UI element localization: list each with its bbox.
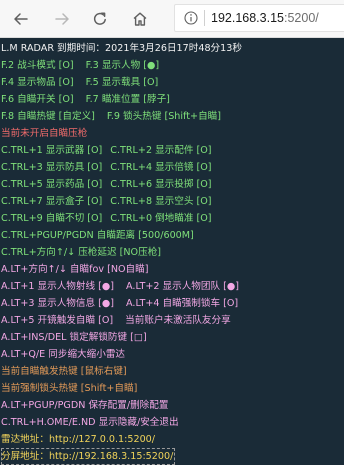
refresh-button[interactable] xyxy=(88,7,112,31)
hotkey-ctrl-pgup: C.TRL+PGUP/PGDN 自瞄距离 [500/600M] xyxy=(1,230,194,241)
back-button[interactable] xyxy=(9,7,33,31)
url-text[interactable]: 192.168.3.15:5200/ xyxy=(211,10,319,26)
hotkey-alt-arrow: A.LT+方向↑/↓ 自瞄fov [NO自瞄] xyxy=(1,264,149,275)
menu-row: A.LT+5 开镜触发自瞄 [O] 当前账户未激活队友分享 xyxy=(0,312,344,329)
hotkey-alt-1: A.LT+1 显示人物射线 [●] xyxy=(1,281,114,292)
hotkey-ctrl-9: C.TRL+9 自瞄不切 [O] xyxy=(1,213,103,224)
hotkey-f7: F.7 瞄准位置 [脖子] xyxy=(85,94,170,105)
menu-row: F.4 显示物品 [O] F.5 显示载具 [O] xyxy=(0,74,344,91)
hotkey-ctrl-8: C.TRL+8 显示空头 [O] xyxy=(110,196,212,207)
menu-row: C.TRL+7 显示盒子 [O] C.TRL+8 显示空头 [O] xyxy=(0,193,344,210)
hotkey-ctrl-home: C.TRL+H.OME/E.ND 显示隐藏/安全退出 xyxy=(1,417,179,428)
menu-row: F.2 战斗模式 [O] F.3 显示人物 [●] xyxy=(0,57,344,74)
address-divider xyxy=(204,10,205,26)
menu-row: A.LT+1 显示人物射线 [●] A.LT+2 显示人物团队 [●] xyxy=(0,278,344,295)
menu-row: C.TRL+5 显示药品 [O] C.TRL+6 显示投掷 [O] xyxy=(0,176,344,193)
hotkey-f5: F.5 显示载具 [O] xyxy=(85,77,159,88)
expiry-title: L.M RADAR 到期时间：2021年3月26日17时48分13秒 xyxy=(1,43,242,54)
aim-trigger-key: 当前自瞄触发热键 [鼠标右键] xyxy=(1,366,127,377)
hotkey-alt-2: A.LT+2 显示人物团队 [●] xyxy=(126,281,239,292)
hotkey-ctrl-5: C.TRL+5 显示药品 [O] xyxy=(1,179,103,190)
aim-status: 当前未开启自瞄压枪 xyxy=(1,128,88,139)
hotkey-f9: F.9 锁头热键 [Shift+自瞄] xyxy=(106,111,221,122)
menu-row: C.TRL+3 显示防具 [O] C.TRL+4 显示倍镜 [O] xyxy=(0,159,344,176)
radar-menu: L.M RADAR 到期时间：2021年3月26日17时48分13秒 F.2 战… xyxy=(0,40,344,465)
team-share-status: 当前账户未激活队友分享 xyxy=(125,315,231,326)
force-lock-key: 当前强制锁头热键 [Shift+自瞄] xyxy=(1,383,138,394)
url-path: :5200/ xyxy=(284,11,319,25)
hotkey-ctrl-3: C.TRL+3 显示防具 [O] xyxy=(1,162,103,173)
info-circle-icon[interactable] xyxy=(184,11,198,25)
menu-row: F.8 自瞄热键 [自定义] F.9 锁头热键 [Shift+自瞄] xyxy=(0,108,344,125)
hotkey-ctrl-2: C.TRL+2 显示配件 [O] xyxy=(110,145,212,156)
forward-button[interactable] xyxy=(50,7,74,31)
hotkey-alt-4: A.LT+4 自瞄强制锁车 [O] xyxy=(126,298,239,309)
arrow-left-icon xyxy=(14,13,28,25)
browser-toolbar: 192.168.3.15:5200/ xyxy=(0,0,344,38)
hotkey-alt-pgup: A.LT+PGUP/PGDN 保存配置/删除配置 xyxy=(1,400,169,411)
home-icon xyxy=(133,12,147,26)
url-host: 192.168.3.15 xyxy=(211,11,284,25)
hotkey-ctrl-arrow: C.TRL+方向↑/↓ 压枪延迟 [NO压枪] xyxy=(1,247,162,258)
hotkey-alt-3: A.LT+3 显示人物信息 [●] xyxy=(1,298,114,309)
hotkey-ctrl-0: C.TRL+0 倒地瞄准 [O] xyxy=(110,213,212,224)
menu-row: C.TRL+9 自瞄不切 [O] C.TRL+0 倒地瞄准 [O] xyxy=(0,210,344,227)
hotkey-f2: F.2 战斗模式 [O] xyxy=(1,60,74,71)
hotkey-ctrl-7: C.TRL+7 显示盒子 [O] xyxy=(1,196,103,207)
hotkey-f8: F.8 自瞄热键 [自定义] xyxy=(1,111,95,122)
hotkey-ctrl-1: C.TRL+1 显示武器 [O] xyxy=(1,145,103,156)
hotkey-alt-ins: A.LT+INS/DEL 锁定解锁防键 [□] xyxy=(1,332,147,343)
menu-row: A.LT+3 显示人物信息 [●] A.LT+4 自瞄强制锁车 [O] xyxy=(0,295,344,312)
hotkey-alt-5: A.LT+5 开镜触发自瞄 [O] xyxy=(1,315,114,326)
hotkey-f6: F.6 自瞄开关 [O] xyxy=(1,94,74,105)
home-button[interactable] xyxy=(128,7,152,31)
hotkey-alt-q: A.LT+Q/E 同步缩大缩小雷达 xyxy=(1,349,126,360)
hotkey-f3: F.3 显示人物 [●] xyxy=(85,60,160,71)
hotkey-f4: F.4 显示物品 [O] xyxy=(1,77,74,88)
refresh-icon xyxy=(93,12,106,25)
share-address: 分屏地址：http://192.168.3.15:5200/ xyxy=(0,448,344,465)
address-bar[interactable]: 192.168.3.15:5200/ xyxy=(174,4,344,32)
radar-address: 雷达地址：http://127.0.0.1:5200/ xyxy=(1,434,156,445)
menu-row: C.TRL+1 显示武器 [O] C.TRL+2 显示配件 [O] xyxy=(0,142,344,159)
hotkey-ctrl-4: C.TRL+4 显示倍镜 [O] xyxy=(110,162,212,173)
menu-row: F.6 自瞄开关 [O] F.7 瞄准位置 [脖子] xyxy=(0,91,344,108)
arrow-right-icon xyxy=(55,13,69,25)
hotkey-ctrl-6: C.TRL+6 显示投掷 [O] xyxy=(110,179,212,190)
share-address-link[interactable]: 分屏地址：http://192.168.3.15:5200/ xyxy=(1,448,176,465)
